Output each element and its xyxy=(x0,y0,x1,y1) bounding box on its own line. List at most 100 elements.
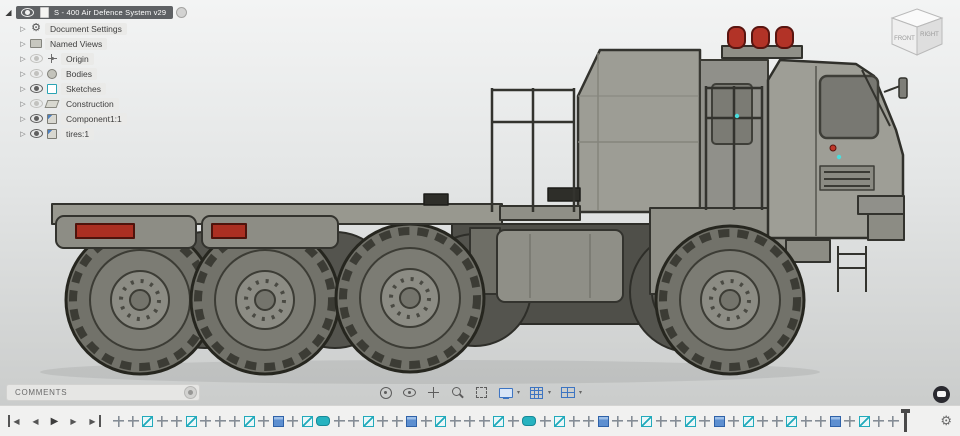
browser-item-tires-1[interactable]: ▷ tires:1 xyxy=(19,127,214,140)
visibility-eye-icon[interactable] xyxy=(30,114,43,123)
dropdown-caret-icon[interactable]: ▾ xyxy=(517,389,520,396)
pan-icon[interactable] xyxy=(425,386,441,399)
timeline-feature-box[interactable] xyxy=(406,415,417,427)
browser-item-component1-1[interactable]: ▷ Component1:1 xyxy=(19,112,214,125)
timeline-feature-move[interactable] xyxy=(612,415,623,427)
expand-arrow-icon[interactable]: ▷ xyxy=(19,130,27,138)
playback-step-forward-button[interactable] xyxy=(67,415,80,427)
browser-root-row[interactable]: ◢ S - 400 Air Defence System v29 xyxy=(4,5,214,20)
timeline-feature-move[interactable] xyxy=(127,415,139,427)
browser-item-label[interactable]: Origin xyxy=(61,52,94,65)
expand-arrow-icon[interactable]: ▷ xyxy=(19,70,27,78)
browser-item-label[interactable]: Bodies xyxy=(61,67,97,80)
viewcube-right-label[interactable]: RIGHT xyxy=(920,32,939,38)
orbit-icon[interactable] xyxy=(378,386,393,399)
browser-item-origin[interactable]: ▷ Origin xyxy=(19,52,214,65)
timeline-feature-sketch[interactable] xyxy=(742,415,754,427)
browser-item-label[interactable]: Document Settings xyxy=(45,22,127,35)
timeline-feature-sketch[interactable] xyxy=(786,415,797,427)
browser-item-named-views[interactable]: ▷ Named Views xyxy=(19,37,214,50)
timeline-playhead[interactable] xyxy=(900,409,910,432)
look-at-icon[interactable] xyxy=(402,386,417,399)
browser-item-sketches[interactable]: ▷ Sketches xyxy=(19,82,214,95)
comments-bar[interactable]: COMMENTS xyxy=(6,384,200,401)
root-component-name[interactable]: S - 400 Air Defence System v29 xyxy=(54,8,166,17)
viewcube-front-label[interactable]: FRONT xyxy=(894,36,915,42)
timeline-feature-move[interactable] xyxy=(377,415,388,427)
browser-item-label[interactable]: tires:1 xyxy=(61,127,95,140)
playback-step-back-button[interactable] xyxy=(29,415,42,427)
playback-skip-end-button[interactable] xyxy=(86,415,101,427)
timeline-feature-box[interactable] xyxy=(272,415,284,427)
timeline-feature-move[interactable] xyxy=(699,415,710,427)
root-component-bar[interactable]: S - 400 Air Defence System v29 xyxy=(16,6,174,19)
timeline-feature-sketch[interactable] xyxy=(142,415,153,427)
timeline-settings-icon[interactable] xyxy=(940,412,952,430)
timeline-feature-move[interactable] xyxy=(348,415,359,427)
timeline-feature-box[interactable] xyxy=(713,415,725,427)
timeline-feature-move[interactable] xyxy=(420,415,432,427)
timeline-feature-move[interactable] xyxy=(464,415,475,427)
timeline-feature-sketch[interactable] xyxy=(858,415,870,427)
timeline-feature-sketch[interactable] xyxy=(554,415,565,427)
browser-item-label[interactable]: Sketches xyxy=(61,82,106,95)
timeline-feature-move[interactable] xyxy=(771,415,783,427)
expand-arrow-icon[interactable]: ▷ xyxy=(19,115,27,123)
expand-arrow-icon[interactable]: ▷ xyxy=(19,25,27,33)
timeline-feature-move[interactable] xyxy=(728,415,739,427)
timeline-feature-move[interactable] xyxy=(800,415,812,427)
expand-arrow-icon[interactable]: ▷ xyxy=(19,100,27,108)
timeline-feature-move[interactable] xyxy=(391,415,403,427)
assistant-bubble-icon[interactable] xyxy=(933,386,950,403)
playback-play-button[interactable] xyxy=(48,415,61,427)
timeline-feature-move[interactable] xyxy=(333,415,345,427)
timeline-feature-move[interactable] xyxy=(815,415,826,427)
browser-item-bodies[interactable]: ▷ Bodies xyxy=(19,67,214,80)
timeline-feature-move[interactable] xyxy=(539,415,551,427)
timeline-feature-move[interactable] xyxy=(200,415,211,427)
timeline-feature-sketch[interactable] xyxy=(243,415,255,427)
timeline-feature-move[interactable] xyxy=(156,415,168,427)
visibility-eye-icon[interactable] xyxy=(30,54,43,63)
timeline-feature-sketch[interactable] xyxy=(684,415,696,427)
timeline-feature-move[interactable] xyxy=(873,415,884,427)
timeline-feature-move[interactable] xyxy=(287,415,298,427)
timeline-feature-move[interactable] xyxy=(113,415,124,427)
timeline-feature-pill[interactable] xyxy=(316,416,330,426)
grid-and-snaps-icon[interactable] xyxy=(529,386,544,399)
timeline-feature-move[interactable] xyxy=(478,415,490,427)
browser-item-label[interactable]: Named Views xyxy=(45,37,108,50)
timeline-feature-move[interactable] xyxy=(449,415,461,427)
zoom-icon[interactable] xyxy=(450,386,465,399)
timeline-feature-move[interactable] xyxy=(757,415,768,427)
fit-icon[interactable] xyxy=(474,386,489,399)
timeline-feature-sketch[interactable] xyxy=(362,415,374,427)
timeline-feature-move[interactable] xyxy=(568,415,580,427)
browser-item-construction[interactable]: ▷ Construction xyxy=(19,97,214,110)
timeline-feature-move[interactable] xyxy=(626,415,638,427)
timeline-feature-sketch[interactable] xyxy=(185,415,197,427)
timeline-feature-move[interactable] xyxy=(583,415,594,427)
timeline-feature-move[interactable] xyxy=(655,415,667,427)
timeline-feature-move[interactable] xyxy=(258,415,269,427)
dropdown-caret-icon[interactable]: ▾ xyxy=(548,389,551,396)
viewports-icon[interactable] xyxy=(560,386,575,399)
timeline-feature-move[interactable] xyxy=(887,415,899,427)
browser-item-document-settings[interactable]: ▷ Document Settings xyxy=(19,22,214,35)
display-settings-icon[interactable] xyxy=(498,386,513,399)
expand-arrow-icon[interactable]: ▷ xyxy=(19,85,27,93)
visibility-eye-icon[interactable] xyxy=(30,69,43,78)
visibility-eye-icon[interactable] xyxy=(30,84,43,93)
visibility-eye-icon[interactable] xyxy=(30,129,43,138)
timeline-feature-move[interactable] xyxy=(171,415,182,427)
expand-arrow-icon[interactable]: ▷ xyxy=(19,40,27,48)
timeline-feature-sketch[interactable] xyxy=(493,415,504,427)
timeline-feature-move[interactable] xyxy=(670,415,681,427)
expand-arrow-icon[interactable]: ▷ xyxy=(19,55,27,63)
timeline-feature-box[interactable] xyxy=(597,415,609,427)
timeline-feature-move[interactable] xyxy=(229,415,240,427)
timeline-feature-pill[interactable] xyxy=(522,416,536,426)
timeline-feature-box[interactable] xyxy=(829,415,841,427)
expand-arrow-icon[interactable]: ◢ xyxy=(4,8,13,17)
browser-item-label[interactable]: Component1:1 xyxy=(61,112,127,125)
